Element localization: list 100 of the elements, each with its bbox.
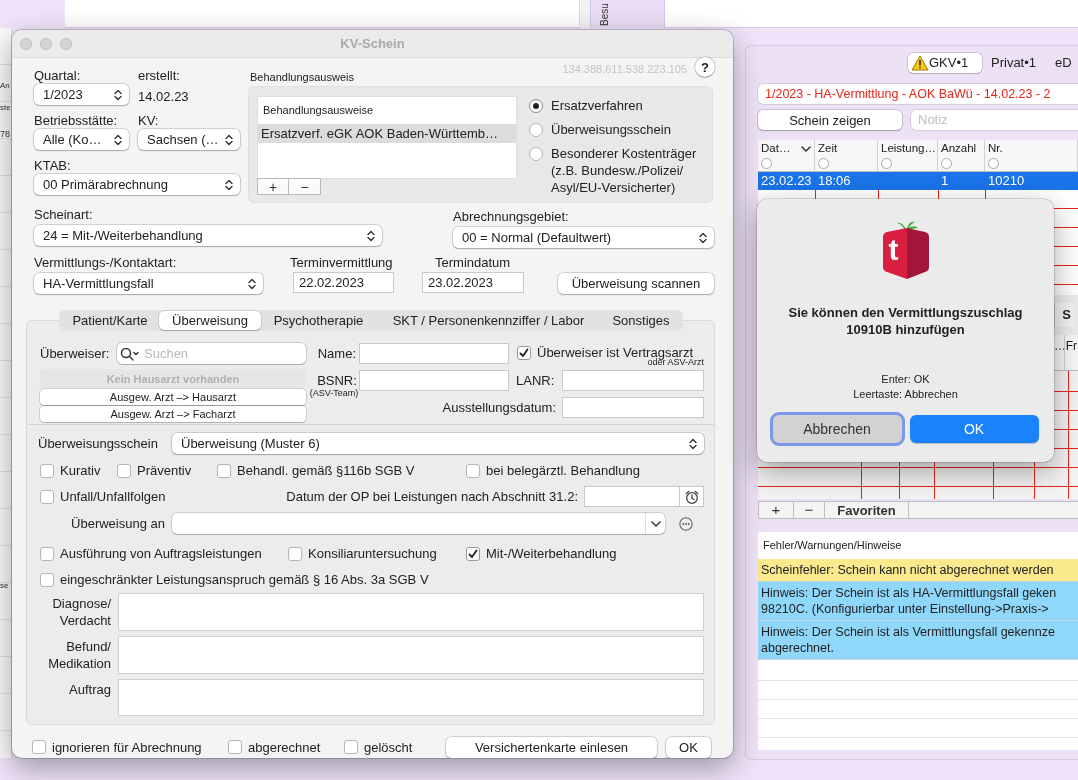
shortcut-hint: Enter: OK xyxy=(880,372,931,387)
text-area[interactable] xyxy=(118,593,704,631)
table-cell: 23.02.23 xyxy=(761,173,812,188)
column-header[interactable]: Leistung… xyxy=(878,140,938,171)
table-cell: 18:06 xyxy=(818,173,851,188)
radio-label: Besonderer Kostenträger (z.B. Bundesw./Polizei/ Asyl/EU-Versicherter) xyxy=(551,145,697,196)
dropdown[interactable]: 1/2023 xyxy=(34,84,129,105)
tab[interactable]: Sonstiges xyxy=(601,311,681,330)
dropdown[interactable]: Überweisung (Muster 6) xyxy=(172,433,704,454)
radio-button[interactable] xyxy=(529,99,543,113)
ok-button[interactable]: OK xyxy=(666,736,711,758)
checkbox[interactable] xyxy=(288,546,302,561)
text-fragment: An xyxy=(0,80,11,92)
field-label: Befund/ Medikation xyxy=(47,638,112,673)
scan-button[interactable]: Überweisung scannen xyxy=(558,273,714,294)
circle-icon[interactable] xyxy=(941,158,952,169)
checkbox-label: abgerechnet xyxy=(248,739,321,755)
checkbox[interactable] xyxy=(32,740,46,754)
tab[interactable]: Besu xyxy=(590,0,665,28)
field-label: Datum der OP bei Leistungen nach Abschnitt 31.2: xyxy=(285,489,579,504)
radio-button[interactable] xyxy=(529,123,543,137)
cancel-button[interactable]: Abbrechen xyxy=(772,415,902,443)
splitter[interactable] xyxy=(580,0,590,28)
tab[interactable]: Privat•1 xyxy=(985,53,1049,73)
show-button[interactable]: Schein zeigen xyxy=(758,110,902,130)
help-button[interactable]: ? xyxy=(695,57,715,77)
close-button[interactable] xyxy=(20,37,32,50)
text-area[interactable] xyxy=(118,636,704,674)
ok-button[interactable]: OK xyxy=(909,415,1039,443)
checkbox[interactable] xyxy=(40,572,54,587)
checkbox-label: Überweiser ist Vertragsarzt xyxy=(537,345,694,360)
app-logo: t xyxy=(879,218,932,280)
checkbox[interactable] xyxy=(117,463,131,478)
more-icon[interactable] xyxy=(679,516,693,531)
checkbox[interactable] xyxy=(344,740,358,754)
checkbox[interactable] xyxy=(517,345,531,360)
column-header[interactable]: Dat… xyxy=(758,140,815,171)
chevron-icon xyxy=(114,133,122,146)
checkbox-label: Konsiliaruntersuchung xyxy=(308,546,437,561)
read-card-button[interactable]: Versichertenkarte einlesen xyxy=(446,736,657,758)
table-cell: 1 xyxy=(941,173,949,188)
input-field[interactable] xyxy=(359,370,509,391)
dropdown[interactable]: Alle (Ko… xyxy=(34,129,129,150)
message-row: Scheinfehler: Schein kann nicht abgerechnet werden xyxy=(758,559,1078,582)
zoom-button[interactable] xyxy=(60,37,72,50)
column-header[interactable]: Nr. xyxy=(985,140,1078,171)
circle-icon[interactable] xyxy=(988,158,999,169)
checkbox[interactable] xyxy=(466,546,480,561)
tab[interactable]: Psychotherapie xyxy=(261,311,376,330)
field-label: Terminvermittlung xyxy=(290,255,394,270)
radio-button[interactable] xyxy=(529,147,543,161)
checkbox-label: Mit-/Weiterbehandlung xyxy=(486,546,617,561)
minimize-button[interactable] xyxy=(40,37,52,50)
remove-button[interactable]: − xyxy=(289,178,321,195)
tab[interactable]: S xyxy=(1054,303,1074,327)
field-label: Betriebsstätte: xyxy=(34,113,119,128)
checkbox[interactable] xyxy=(228,740,242,754)
tab[interactable]: eD xyxy=(1049,53,1078,73)
text-area[interactable] xyxy=(118,679,704,716)
checkbox-label: ignorieren für Abrechnung xyxy=(52,739,202,755)
input-field[interactable]: 22.02.2023 xyxy=(293,272,394,293)
checkbox[interactable] xyxy=(40,546,54,561)
doctor-button[interactable]: Ausgew. Arzt –> Facharzt xyxy=(40,406,306,422)
checkbox-label: bei belegärztl. Behandlung xyxy=(486,463,640,478)
column-header[interactable]: Fr xyxy=(1064,335,1078,370)
checkbox[interactable] xyxy=(40,463,54,478)
dropdown[interactable]: 00 Primärabrechnung xyxy=(34,174,240,195)
tab[interactable]: SKT / Personenkennziffer / Labor xyxy=(376,311,601,330)
dropdown[interactable]: 00 = Normal (Defaultwert) xyxy=(453,227,714,248)
text-fragment: 78 xyxy=(0,128,11,140)
list-item[interactable]: Ersatzverf. eGK AOK Baden-Württemb… xyxy=(258,124,516,143)
tab[interactable]: GKV•1 xyxy=(908,53,982,73)
add-button[interactable]: + xyxy=(257,178,289,195)
tab[interactable]: Patient/Karte xyxy=(61,311,159,330)
checkbox[interactable] xyxy=(40,489,54,504)
input-field[interactable] xyxy=(584,486,680,507)
column-header[interactable]: Zeit xyxy=(815,140,878,171)
alarm-button[interactable] xyxy=(680,486,704,507)
tab[interactable]: Überweisung xyxy=(159,311,261,330)
circle-icon[interactable] xyxy=(761,158,772,169)
message-row: Hinweis: Der Schein ist als Vermittlungsfall gekennze abgerechnet. xyxy=(758,621,1078,660)
checkbox-label: Unfall/Unfallfolgen xyxy=(60,489,166,504)
circle-icon[interactable] xyxy=(818,158,829,169)
input-field[interactable]: 23.02.2023 xyxy=(422,272,524,293)
checkbox[interactable] xyxy=(217,463,231,478)
field-label: Vermittlungs-/Kontaktart: xyxy=(34,255,178,270)
dropdown[interactable]: 24 = Mit-/Weiterbehandlung xyxy=(34,225,382,246)
table-row[interactable]: 23.02.23 18:06 1 10210 xyxy=(758,172,1078,190)
checkbox[interactable] xyxy=(466,463,480,478)
circle-icon[interactable] xyxy=(881,158,892,169)
input-field[interactable] xyxy=(562,370,704,391)
checkbox-label: Behandl. gemäß §116b SGB V xyxy=(237,463,415,478)
doctor-button[interactable]: Ausgew. Arzt –> Hausarzt xyxy=(40,389,306,405)
input-field[interactable] xyxy=(359,343,509,364)
input-field[interactable] xyxy=(562,397,704,418)
field-label: Scheinart: xyxy=(34,207,94,222)
list-header: Behandlungsausweise xyxy=(262,103,375,118)
dropdown[interactable]: HA-Vermittlungsfall xyxy=(34,273,263,294)
dropdown[interactable]: Sachsen (… xyxy=(138,129,240,150)
column-header[interactable]: Anzahl xyxy=(938,140,985,171)
